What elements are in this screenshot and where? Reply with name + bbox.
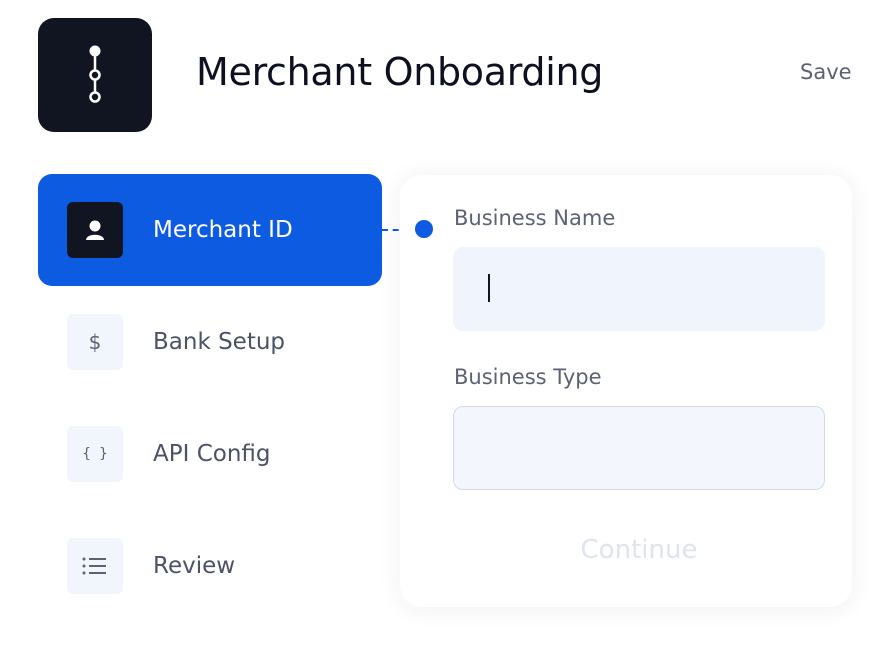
business-name-input[interactable] <box>453 247 825 331</box>
sidebar-item-review[interactable]: Review <box>38 510 382 622</box>
sidebar-item-bank-setup[interactable]: $ Bank Setup <box>38 286 382 398</box>
user-icon <box>67 202 123 258</box>
text-cursor <box>488 274 490 302</box>
sidebar-item-api-config[interactable]: { } API Config <box>38 398 382 510</box>
page-title: Merchant Onboarding <box>196 50 604 94</box>
business-type-label: Business Type <box>454 365 602 389</box>
dollar-icon: $ <box>67 314 123 370</box>
business-name-label: Business Name <box>454 206 616 230</box>
sidebar-item-label: Bank Setup <box>153 329 286 355</box>
save-button[interactable]: Save <box>800 60 852 84</box>
sidebar-item-label: Review <box>153 553 236 579</box>
sidebar-item-label: API Config <box>153 441 271 467</box>
sidebar-item-label: Merchant ID <box>153 217 293 243</box>
list-icon <box>67 538 123 594</box>
step-connector-dot <box>415 220 433 238</box>
stepper-path-icon <box>89 45 101 103</box>
sidebar-item-merchant-id[interactable]: Merchant ID <box>38 174 382 286</box>
braces-icon: { } <box>67 426 123 482</box>
business-type-input[interactable] <box>453 406 825 490</box>
app-logo <box>38 18 152 132</box>
continue-button[interactable]: Continue <box>453 520 825 580</box>
